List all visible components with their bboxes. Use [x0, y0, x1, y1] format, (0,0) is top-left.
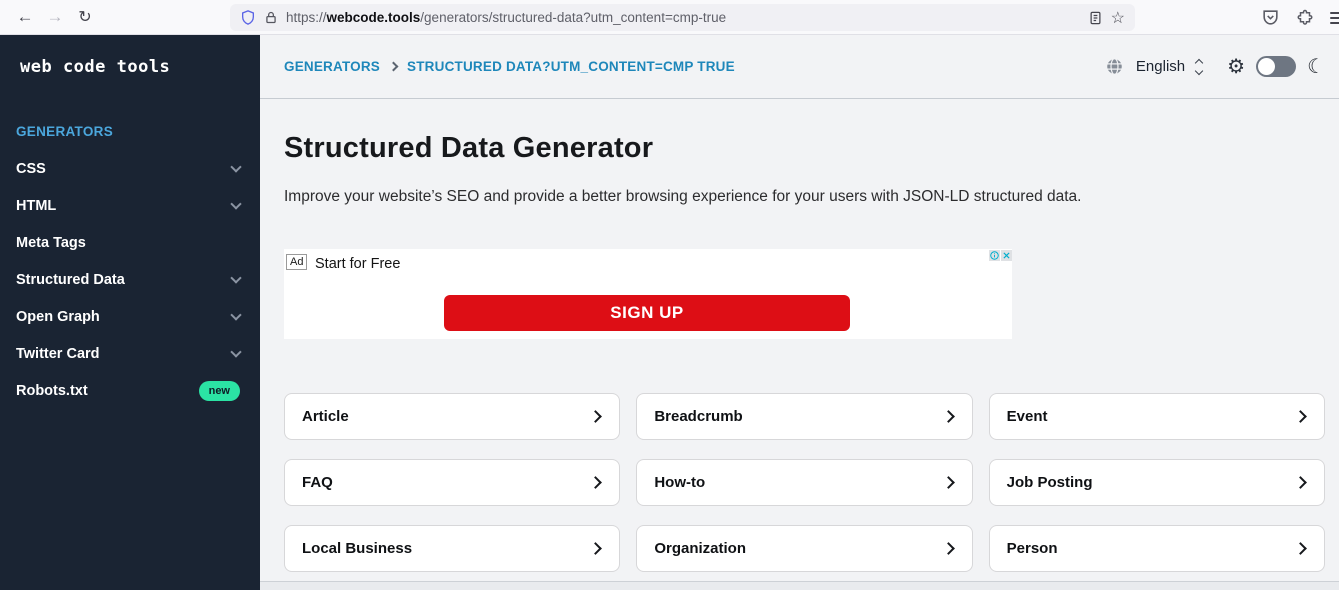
chevron-down-icon	[230, 197, 242, 210]
browser-chrome: ← → ↻ https://webcode.tools/generators/s…	[0, 0, 1339, 35]
card-article[interactable]: Article	[284, 393, 621, 440]
sidebar-item-label: Meta Tags	[16, 234, 86, 251]
chevron-right-icon	[941, 542, 955, 555]
sidebar-item-label: Open Graph	[16, 308, 100, 325]
main-area: GENERATORS STRUCTURED DATA?UTM_CONTENT=C…	[260, 35, 1339, 590]
ad-label: Ad	[286, 254, 308, 270]
card-label: Article	[302, 408, 349, 425]
card-event[interactable]: Event	[988, 393, 1325, 440]
select-updown-icon[interactable]	[1194, 58, 1204, 75]
sidebar-section-label: GENERATORS	[16, 124, 114, 139]
lock-icon	[266, 11, 276, 24]
chevron-right-icon	[941, 476, 955, 489]
card-how-to[interactable]: How-to	[636, 459, 973, 506]
sidebar-item-label: Structured Data	[16, 271, 125, 288]
shield-icon[interactable]	[240, 9, 256, 26]
chevron-right-icon	[941, 410, 955, 423]
toggle-knob	[1258, 58, 1276, 75]
ad-banner[interactable]: Ad Start for Free SIGN UP	[284, 249, 1012, 339]
sidebar-item-robots-txt[interactable]: Robots.txt new	[0, 372, 260, 409]
chevron-down-icon	[230, 345, 242, 358]
url-bar[interactable]: https://webcode.tools/generators/structu…	[230, 4, 1135, 31]
sidebar: web code tools GENERATORS CSS HTML Meta …	[0, 35, 260, 590]
generator-card-grid: Article Breadcrumb Event FAQ How-to Job …	[284, 393, 1325, 572]
card-label: Organization	[654, 540, 746, 557]
sidebar-item-structured-data[interactable]: Structured Data	[0, 261, 260, 298]
moon-icon: ☾	[1307, 56, 1325, 78]
chevron-down-icon	[230, 271, 242, 284]
sidebar-item-label: Twitter Card	[16, 345, 100, 362]
bookmark-star-icon[interactable]: ☆	[1111, 8, 1125, 28]
ad-info-icon[interactable]	[989, 250, 1000, 261]
breadcrumb-current: STRUCTURED DATA?UTM_CONTENT=CMP TRUE	[407, 59, 735, 74]
header-controls: English ⚙ ☾	[1104, 54, 1325, 79]
reload-button[interactable]: ↻	[70, 3, 100, 31]
chevron-down-icon	[230, 308, 242, 321]
gear-icon[interactable]: ⚙	[1227, 54, 1245, 79]
chevron-down-icon	[230, 160, 242, 173]
url-path: /generators/structured-data?utm_content=…	[420, 10, 727, 25]
chevron-right-icon	[388, 61, 399, 72]
breadcrumb-root-link[interactable]: GENERATORS	[284, 59, 380, 74]
sidebar-item-label: HTML	[16, 197, 57, 214]
menu-hamburger-icon[interactable]	[1330, 11, 1339, 24]
url-text[interactable]: https://webcode.tools/generators/structu…	[286, 10, 726, 25]
viewport-bottom-strip	[260, 581, 1339, 590]
chevron-right-icon	[1294, 542, 1307, 555]
card-label: FAQ	[302, 474, 333, 491]
app-window: web code tools GENERATORS CSS HTML Meta …	[0, 35, 1339, 590]
sidebar-item-twitter-card[interactable]: Twitter Card	[0, 335, 260, 372]
globe-icon	[1105, 58, 1123, 75]
site-logo[interactable]: web code tools	[0, 35, 260, 77]
main-header: GENERATORS STRUCTURED DATA?UTM_CONTENT=C…	[260, 35, 1339, 99]
card-label: Breadcrumb	[654, 408, 743, 425]
card-label: Local Business	[302, 540, 413, 557]
sidebar-item-label: CSS	[16, 160, 46, 177]
chevron-right-icon	[1294, 476, 1307, 489]
ad-choices-controls	[989, 250, 1012, 261]
sidebar-item-label: Robots.txt	[16, 382, 88, 399]
chevron-right-icon	[1294, 410, 1307, 423]
chrome-toolbar-right	[1261, 0, 1339, 35]
page-content: Structured Data Generator Improve your w…	[260, 132, 1339, 572]
chevron-right-icon	[589, 542, 603, 555]
ad-text[interactable]: Start for Free	[315, 256, 400, 272]
sidebar-item-open-graph[interactable]: Open Graph	[0, 298, 260, 335]
extensions-puzzle-icon[interactable]	[1296, 9, 1314, 27]
card-person[interactable]: Person	[988, 525, 1325, 572]
sidebar-nav: GENERATORS CSS HTML Meta Tags Structured…	[0, 113, 260, 409]
sidebar-item-css[interactable]: CSS	[0, 150, 260, 187]
ad-signup-button[interactable]: SIGN UP	[444, 295, 850, 331]
page-title: Structured Data Generator	[284, 132, 654, 164]
card-label: Person	[1006, 540, 1058, 557]
card-job-posting[interactable]: Job Posting	[988, 459, 1325, 506]
card-faq[interactable]: FAQ	[284, 459, 621, 506]
url-prefix: https://	[286, 10, 327, 25]
chevron-right-icon	[589, 476, 603, 489]
card-label: How-to	[654, 474, 706, 491]
sidebar-item-html[interactable]: HTML	[0, 187, 260, 224]
chevron-right-icon	[589, 410, 603, 423]
back-button[interactable]: ←	[10, 3, 40, 31]
sidebar-section-generators[interactable]: GENERATORS	[0, 113, 260, 150]
url-domain: webcode.tools	[326, 10, 421, 25]
breadcrumb: GENERATORS STRUCTURED DATA?UTM_CONTENT=C…	[284, 59, 735, 74]
language-select-value[interactable]: English	[1136, 58, 1185, 75]
card-local-business[interactable]: Local Business	[284, 525, 621, 572]
page-subtitle: Improve your website’s SEO and provide a…	[284, 188, 1082, 205]
pocket-icon[interactable]	[1261, 8, 1280, 27]
card-organization[interactable]: Organization	[636, 525, 973, 572]
card-label: Job Posting	[1006, 474, 1093, 491]
theme-toggle[interactable]	[1256, 56, 1297, 77]
ad-close-icon[interactable]	[1001, 250, 1012, 261]
sidebar-item-meta-tags[interactable]: Meta Tags	[0, 224, 260, 261]
forward-button[interactable]: →	[40, 3, 70, 31]
reader-mode-icon[interactable]	[1088, 10, 1103, 26]
new-badge: new	[198, 380, 240, 401]
card-label: Event	[1006, 408, 1048, 425]
card-breadcrumb[interactable]: Breadcrumb	[636, 393, 973, 440]
